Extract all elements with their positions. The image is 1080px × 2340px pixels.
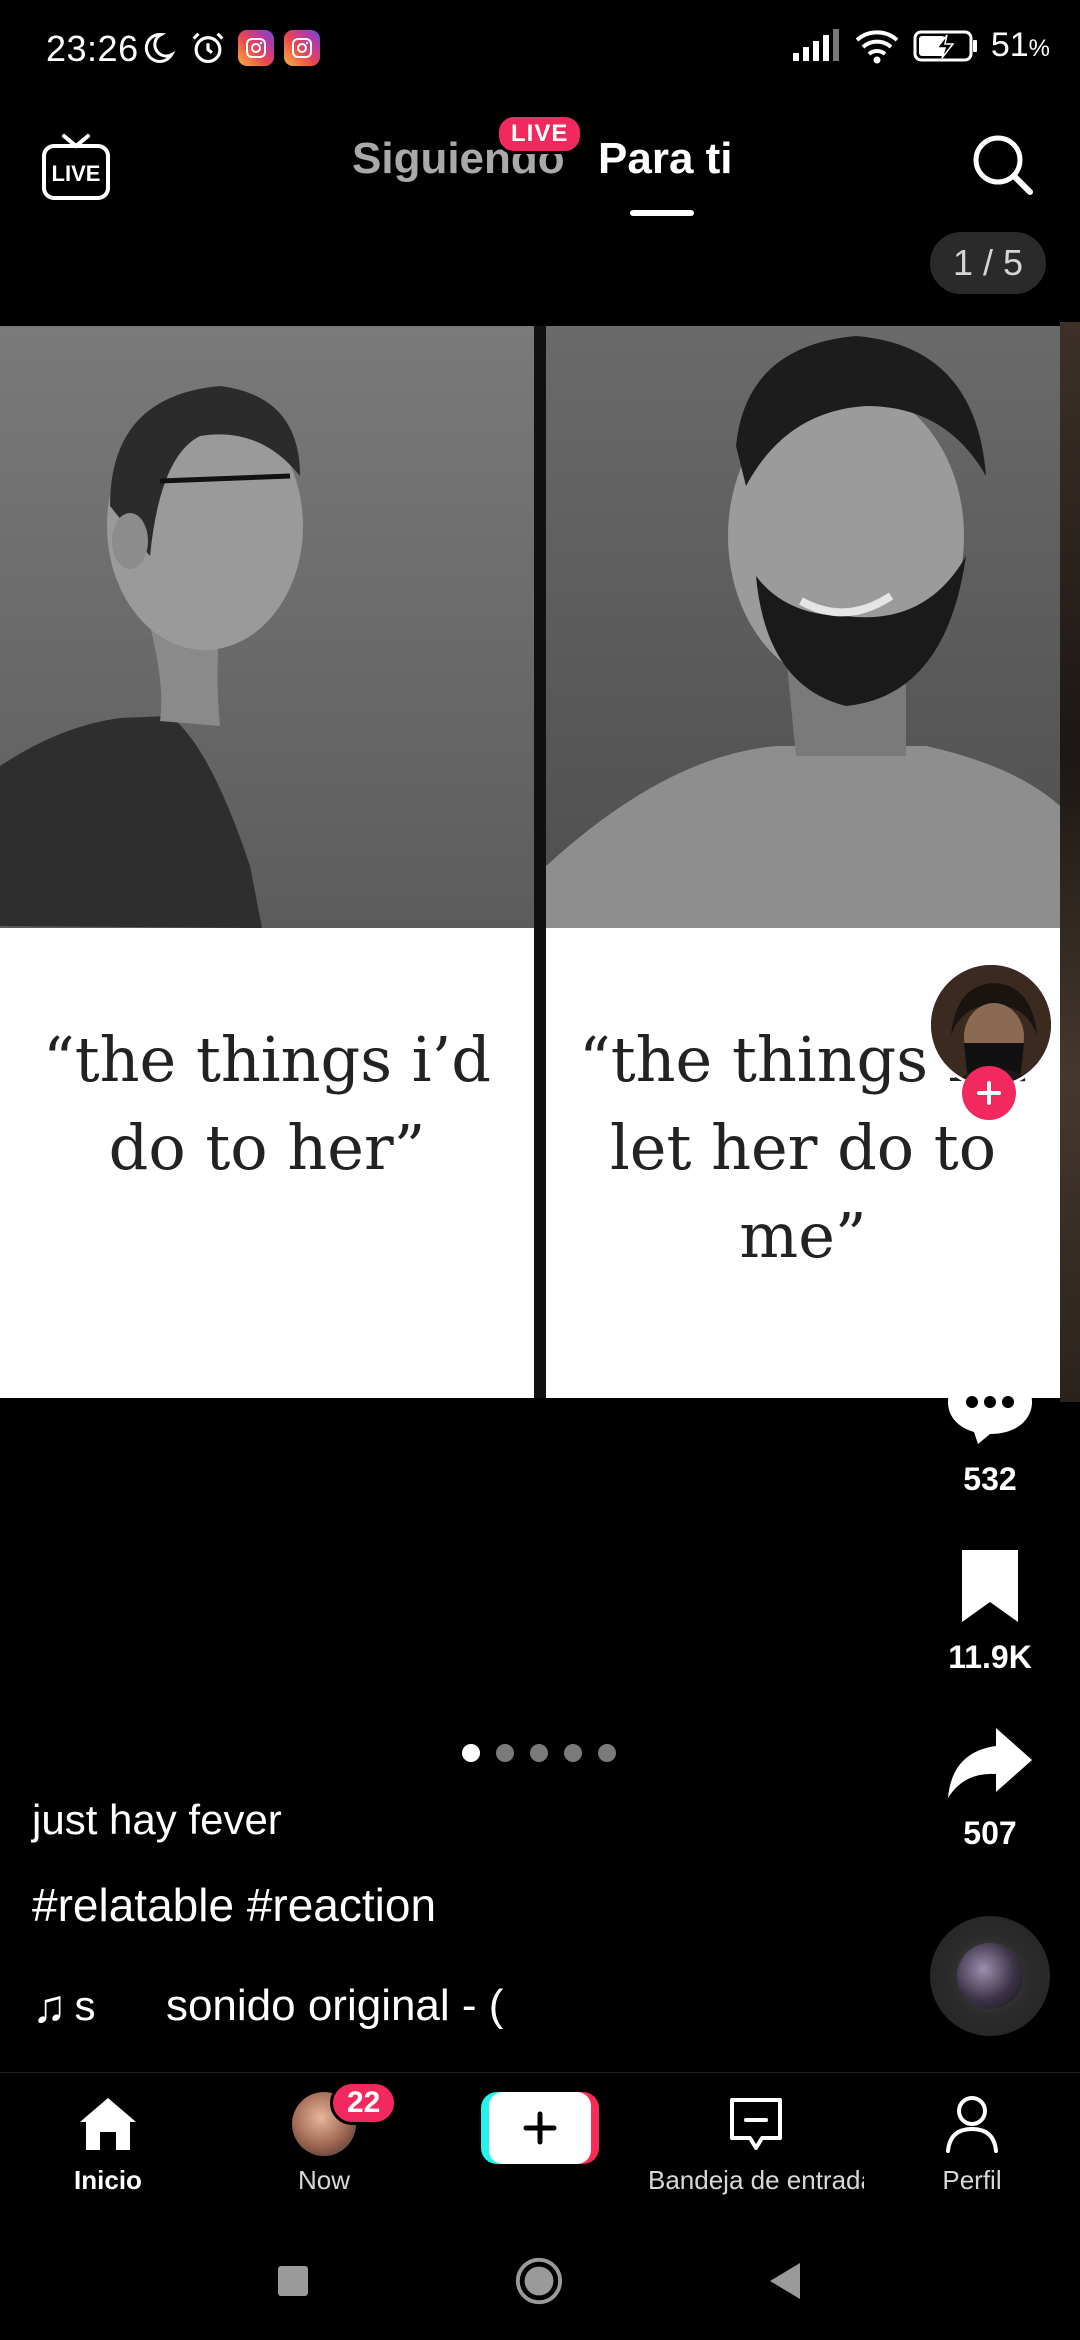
tab-for-you[interactable]: Para ti xyxy=(598,134,733,184)
photo-page-counter: 1 / 5 xyxy=(930,232,1046,294)
create-icon xyxy=(481,2092,599,2164)
live-tv-icon: LIVE xyxy=(42,134,110,200)
share-action[interactable]: 507 xyxy=(930,1722,1050,1852)
feed-top-nav: LIVE Siguiendo LIVE Para ti xyxy=(0,110,1080,230)
nav-profile-label: Perfil xyxy=(942,2165,1002,2195)
comment-icon xyxy=(948,1370,1032,1444)
like-action[interactable]: 114.0K xyxy=(930,1200,1050,1326)
meme-image-left xyxy=(0,326,534,928)
sound-scroll-prefix: s xyxy=(74,1982,96,2029)
heart-icon xyxy=(951,1205,1029,1272)
sound-link[interactable]: ♫ s sonido original - ( xyxy=(32,1976,532,2036)
share-count: 507 xyxy=(963,1815,1017,1851)
status-notification-icons xyxy=(138,28,320,68)
meme-divider xyxy=(534,326,546,1398)
sound-cover xyxy=(957,1943,1023,2009)
bottom-nav: Inicio 22 Now Bandeja de entrada Perfil xyxy=(0,2072,1080,2222)
back-button[interactable] xyxy=(760,2256,810,2306)
meme-image-right xyxy=(546,326,1060,928)
carousel-dot[interactable] xyxy=(598,1744,616,1762)
like-count: 114.0K xyxy=(939,1289,1041,1325)
battery-charging-icon xyxy=(913,30,977,61)
nav-home[interactable]: Inicio xyxy=(0,2089,216,2196)
nav-home-label: Inicio xyxy=(74,2165,142,2195)
follow-button[interactable] xyxy=(962,1066,1016,1120)
battery-level: 51% xyxy=(990,26,1050,64)
tiktok-feed-screen: 23:26 51% LIVE Siguiendo LIVE Para ti 1 … xyxy=(0,0,1080,2340)
carousel-dot[interactable] xyxy=(564,1744,582,1762)
instagram-icon xyxy=(284,30,320,66)
comment-action[interactable]: 532 xyxy=(930,1366,1050,1498)
carousel-dot[interactable] xyxy=(462,1744,480,1762)
sound-name: sonido original - ( xyxy=(165,1981,504,2030)
svg-text:LIVE: LIVE xyxy=(52,161,101,186)
post-photo[interactable]: “the things i’d do to her” “the things i… xyxy=(0,326,1060,1398)
instagram-icon xyxy=(238,30,274,66)
next-slide-preview xyxy=(1060,322,1080,1402)
home-system-button[interactable] xyxy=(514,2256,564,2306)
status-time: 23:26 xyxy=(46,28,139,69)
carousel-dot[interactable] xyxy=(496,1744,514,1762)
circle-icon xyxy=(515,2257,563,2305)
nav-now-label: Now xyxy=(297,2165,350,2195)
status-system-icons: 51% xyxy=(791,26,1050,65)
alarm-icon xyxy=(188,28,228,68)
system-nav-bar xyxy=(0,2222,1080,2340)
carousel-dots xyxy=(462,1744,616,1762)
search-icon xyxy=(973,135,1033,195)
save-count: 11.9K xyxy=(948,1639,1032,1675)
search-button[interactable] xyxy=(966,128,1038,200)
square-icon xyxy=(278,2266,308,2296)
back-triangle-icon xyxy=(770,2263,800,2299)
inbox-icon xyxy=(730,2098,782,2150)
status-bar: 23:26 51% xyxy=(0,0,1080,100)
share-icon xyxy=(948,1728,1032,1798)
comment-count: 532 xyxy=(963,1461,1017,1497)
wifi-icon xyxy=(855,29,899,63)
nav-create[interactable] xyxy=(432,2089,648,2167)
meme-panel-left: “the things i’d do to her” xyxy=(0,326,534,1398)
post-caption: just hay fever xyxy=(32,1796,282,1843)
recent-apps-button[interactable] xyxy=(268,2256,318,2306)
nav-now[interactable]: 22 Now xyxy=(216,2081,432,2196)
post-hashtags[interactable]: #relatable #reaction xyxy=(32,1878,436,1932)
carousel-dot[interactable] xyxy=(530,1744,548,1762)
music-disc[interactable] xyxy=(930,1916,1050,2036)
save-action[interactable]: 11.9K xyxy=(930,1546,1050,1676)
now-notification-badge: 22 xyxy=(330,2081,398,2125)
nav-profile[interactable]: Perfil xyxy=(864,2089,1080,2196)
live-badge: LIVE xyxy=(496,114,584,154)
moon-icon xyxy=(138,28,178,68)
music-note-icon: ♫ xyxy=(32,1980,67,2032)
live-tv-button[interactable]: LIVE xyxy=(40,126,112,206)
plus-icon xyxy=(977,1081,1001,1105)
profile-icon xyxy=(946,2096,998,2153)
meme-caption-left: “the things i’d do to her” xyxy=(0,928,534,1398)
nav-inbox[interactable]: Bandeja de entrada xyxy=(648,2089,864,2196)
signal-icon xyxy=(792,28,839,61)
active-tab-indicator xyxy=(630,210,694,216)
bookmark-icon xyxy=(962,1550,1018,1622)
home-icon xyxy=(80,2098,136,2150)
nav-inbox-label: Bandeja de entrada xyxy=(648,2165,864,2195)
